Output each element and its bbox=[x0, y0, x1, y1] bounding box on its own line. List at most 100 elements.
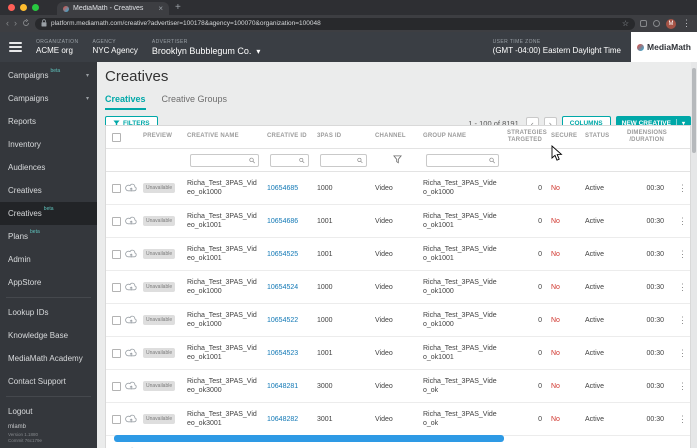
agency-selector[interactable]: AGENCY NYC Agency bbox=[93, 39, 138, 55]
creative-id-filter-input[interactable] bbox=[274, 156, 300, 164]
row-checkbox[interactable] bbox=[112, 348, 121, 358]
browser-toolbar-icon[interactable] bbox=[653, 20, 660, 27]
row-menu-icon[interactable]: ⋮ bbox=[670, 315, 690, 326]
bookmark-star-icon[interactable]: ☆ bbox=[622, 19, 629, 28]
horizontal-scrollbar-thumb[interactable] bbox=[114, 435, 504, 442]
row-checkbox[interactable] bbox=[112, 249, 121, 259]
tab-close-icon[interactable]: × bbox=[158, 4, 163, 13]
cloud-upload-icon[interactable] bbox=[125, 381, 137, 392]
row-menu-icon[interactable]: ⋮ bbox=[670, 381, 690, 392]
col-group-name[interactable]: GROUP NAME bbox=[420, 133, 504, 140]
forward-icon[interactable]: › bbox=[14, 19, 17, 28]
creative-id-link[interactable]: 10648281 bbox=[267, 383, 298, 390]
table-row[interactable]: Unavailable Richa_Test_3PAS_Video_ok1000… bbox=[106, 172, 690, 205]
browser-tab[interactable]: MediaMath - Creatives × bbox=[57, 2, 169, 15]
row-menu-icon[interactable]: ⋮ bbox=[670, 282, 690, 293]
sidebar-item-admin[interactable]: Admin bbox=[0, 248, 97, 271]
table-row[interactable]: Unavailable Richa_Test_3PAS_Video_ok1001… bbox=[106, 238, 690, 271]
channel-filter-funnel-icon[interactable] bbox=[393, 154, 402, 164]
browser-menu-icon[interactable]: ⋮ bbox=[682, 18, 691, 29]
3pas-id-value: 1001 bbox=[317, 349, 333, 357]
window-minimize-button[interactable] bbox=[20, 4, 27, 11]
tab-creative-groups[interactable]: Creative Groups bbox=[162, 94, 228, 110]
sidebar-item-contact-support[interactable]: Contact Support bbox=[0, 370, 97, 393]
col-secure[interactable]: SECURE bbox=[548, 133, 582, 140]
hamburger-menu-icon[interactable] bbox=[9, 42, 22, 52]
table-row[interactable]: Unavailable Richa_Test_3PAS_Video_ok1001… bbox=[106, 337, 690, 370]
creative-id-link[interactable]: 10648282 bbox=[267, 416, 298, 423]
tab-creatives[interactable]: Creatives bbox=[105, 94, 146, 110]
page-scrollbar-thumb[interactable] bbox=[692, 68, 696, 153]
row-checkbox[interactable] bbox=[112, 315, 121, 325]
col-strategies-targeted[interactable]: STRATEGIES TARGETED bbox=[504, 130, 548, 144]
cloud-upload-icon[interactable] bbox=[125, 348, 137, 359]
row-checkbox[interactable] bbox=[112, 282, 121, 292]
3pas-id-filter-input[interactable] bbox=[324, 156, 358, 164]
row-menu-icon[interactable]: ⋮ bbox=[670, 249, 690, 260]
table-row[interactable]: Unavailable Richa_Test_3PAS_Video_ok3001… bbox=[106, 403, 690, 436]
advertiser-selector[interactable]: ADVERTISER Brooklyn Bubblegum Co. ▾ bbox=[152, 39, 261, 56]
row-menu-icon[interactable]: ⋮ bbox=[670, 414, 690, 425]
table-row[interactable]: Unavailable Richa_Test_3PAS_Video_ok3000… bbox=[106, 370, 690, 403]
col-creative-name[interactable]: CREATIVE NAME bbox=[184, 133, 264, 140]
table-row[interactable]: Unavailable Richa_Test_3PAS_Video_ok1000… bbox=[106, 271, 690, 304]
browser-toolbar-icon[interactable] bbox=[640, 20, 647, 27]
select-all-checkbox[interactable] bbox=[112, 132, 121, 142]
back-icon[interactable]: ‹ bbox=[6, 19, 9, 28]
row-menu-icon[interactable]: ⋮ bbox=[670, 216, 690, 227]
row-menu-icon[interactable]: ⋮ bbox=[670, 348, 690, 359]
sidebar-item-creatives-beta[interactable]: Creatives beta bbox=[0, 202, 97, 225]
col-status[interactable]: STATUS bbox=[582, 133, 624, 140]
creative-id-link[interactable]: 10654525 bbox=[267, 251, 298, 258]
reload-icon[interactable] bbox=[22, 18, 30, 29]
sidebar-item-plans-beta[interactable]: Plans beta bbox=[0, 225, 97, 248]
new-tab-button[interactable]: + bbox=[175, 2, 181, 15]
chevron-down-icon[interactable]: ▾ bbox=[256, 47, 260, 56]
cloud-upload-icon[interactable] bbox=[125, 282, 137, 293]
creative-id-link[interactable]: 10654686 bbox=[267, 218, 298, 225]
page-scrollbar[interactable] bbox=[691, 62, 697, 448]
creative-id-link[interactable]: 10654523 bbox=[267, 350, 298, 357]
col-creative-id[interactable]: CREATIVE ID bbox=[264, 133, 314, 140]
row-checkbox[interactable] bbox=[112, 381, 121, 391]
creative-name-filter-input[interactable] bbox=[194, 156, 249, 164]
creative-id-link[interactable]: 10654524 bbox=[267, 284, 298, 291]
url-bar[interactable]: platform.mediamath.com/creative?advertis… bbox=[35, 17, 635, 30]
cloud-upload-icon[interactable] bbox=[125, 249, 137, 260]
sidebar-item-knowledge-base[interactable]: Knowledge Base bbox=[0, 324, 97, 347]
col-dimensions-duration[interactable]: DIMENSIONS /DURATION bbox=[624, 130, 670, 144]
row-checkbox[interactable] bbox=[112, 216, 121, 226]
creative-id-link[interactable]: 10654685 bbox=[267, 185, 298, 192]
browser-profile-avatar[interactable]: M bbox=[666, 18, 676, 29]
window-zoom-button[interactable] bbox=[32, 4, 39, 11]
table-row[interactable]: Unavailable Richa_Test_3PAS_Video_ok1001… bbox=[106, 205, 690, 238]
sidebar-footer: mlamb Version 1.1880 Commit 76c179e bbox=[8, 424, 42, 446]
group-name-value: Richa_Test_3PAS_Video_ok bbox=[423, 410, 497, 427]
organization-selector[interactable]: ORGANIZATION ACME org bbox=[36, 39, 79, 55]
group-name-value: Richa_Test_3PAS_Video_ok1001 bbox=[423, 212, 497, 229]
cloud-upload-icon[interactable] bbox=[125, 414, 137, 425]
sidebar-item-reports[interactable]: Reports bbox=[0, 110, 97, 133]
sidebar-item-campaigns-beta[interactable]: Campaigns beta ▾ bbox=[0, 64, 97, 87]
cloud-upload-icon[interactable] bbox=[125, 216, 137, 227]
sidebar-item-audiences[interactable]: Audiences bbox=[0, 156, 97, 179]
sidebar-item-appstore[interactable]: AppStore bbox=[0, 271, 97, 294]
cloud-upload-icon[interactable] bbox=[125, 315, 137, 326]
window-close-button[interactable] bbox=[8, 4, 15, 11]
row-menu-icon[interactable]: ⋮ bbox=[670, 183, 690, 194]
col-preview[interactable]: PREVIEW bbox=[140, 133, 184, 140]
row-checkbox[interactable] bbox=[112, 183, 121, 193]
col-channel[interactable]: CHANNEL bbox=[372, 133, 420, 140]
creative-id-link[interactable]: 10654522 bbox=[267, 317, 298, 324]
cloud-upload-icon[interactable] bbox=[125, 183, 137, 194]
sidebar-item-lookup-ids[interactable]: Lookup IDs bbox=[0, 301, 97, 324]
col-3pas-id[interactable]: 3PAS ID bbox=[314, 133, 372, 140]
sidebar-item-mediamath-academy[interactable]: MediaMath Academy bbox=[0, 347, 97, 370]
sidebar-item-logout[interactable]: Logout bbox=[0, 400, 97, 423]
sidebar-item-inventory[interactable]: Inventory bbox=[0, 133, 97, 156]
sidebar-item-creatives[interactable]: Creatives bbox=[0, 179, 97, 202]
table-row[interactable]: Unavailable Richa_Test_3PAS_Video_ok1000… bbox=[106, 304, 690, 337]
sidebar-item-campaigns[interactable]: Campaigns ▾ bbox=[0, 87, 97, 110]
row-checkbox[interactable] bbox=[112, 414, 121, 424]
group-name-filter-input[interactable] bbox=[430, 156, 489, 164]
